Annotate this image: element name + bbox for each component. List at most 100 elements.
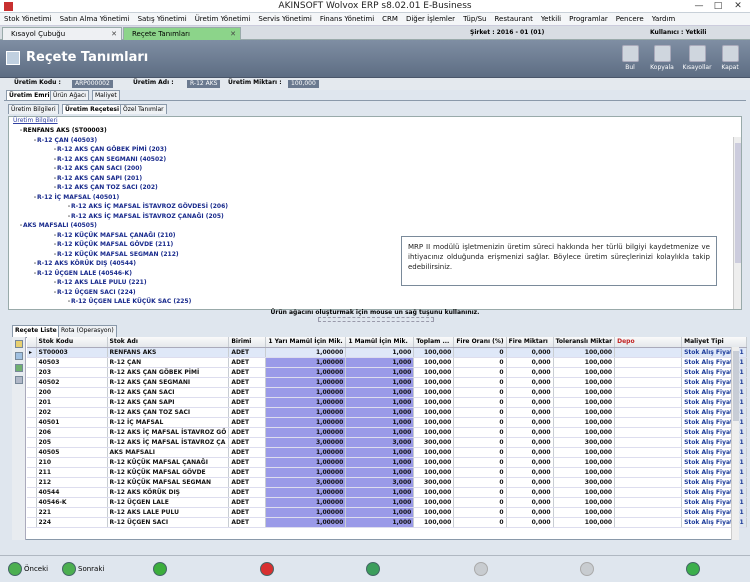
table-cell[interactable]: 100,000 [413, 427, 455, 438]
table-cell[interactable]: 0,000 [506, 407, 554, 418]
table-cell[interactable]: 100,000 [413, 387, 455, 398]
table-cell[interactable]: 1,000 [345, 487, 415, 498]
table-row[interactable]: 211 R-12 KÜÇÜK MAFSAL GÖVDE ADET 1,00000 1,0… [27, 467, 747, 478]
table-cell[interactable]: 1,000 [345, 467, 415, 478]
menu-yetkili[interactable]: Yetkili [537, 13, 565, 26]
table-cell[interactable]: 0,000 [506, 447, 554, 458]
table-cell[interactable]: R-12 AKS ÇAN SAPI [107, 397, 230, 408]
tab-recete-liste[interactable]: Reçete Liste [12, 325, 60, 337]
table-cell[interactable]: 3,00000 [265, 437, 347, 448]
table-cell[interactable]: 0 [453, 477, 507, 488]
table-cell[interactable] [614, 467, 683, 478]
table-cell[interactable]: 1,000 [345, 387, 415, 398]
table-cell[interactable]: 40546-K [36, 497, 108, 508]
table-cell[interactable]: 0,000 [506, 397, 554, 408]
menu-tup-su[interactable]: Tüp/Su [459, 13, 490, 26]
table-cell[interactable]: 0 [453, 437, 507, 448]
column-header[interactable]: 1 Mamül İçin Mik. [345, 337, 415, 348]
tree-node[interactable]: -R-12 AKS LALE PULU (221) [53, 279, 147, 286]
menu-diger[interactable]: Diğer İşlemler [402, 13, 459, 26]
table-cell[interactable]: 1,000 [345, 507, 415, 518]
table-cell[interactable]: 0 [453, 407, 507, 418]
table-cell[interactable]: 100,000 [413, 357, 455, 368]
table-cell[interactable] [614, 397, 683, 408]
table-cell[interactable] [614, 517, 683, 528]
close-icon[interactable]: ✕ [230, 28, 236, 40]
table-cell[interactable]: R-12 KÜÇÜK MAFSAL GÖVDE [107, 467, 230, 478]
tree-node[interactable]: -R-12 ÜÇGEN LALE KÜÇÜK SAC (225) [67, 298, 192, 305]
table-cell[interactable] [614, 387, 683, 398]
table-cell[interactable]: 1,000 [345, 417, 415, 428]
table-cell[interactable]: 0,000 [506, 517, 554, 528]
menu-restaurant[interactable]: Restaurant [491, 13, 537, 26]
previous-button[interactable]: Önceki [8, 559, 48, 579]
table-cell[interactable]: 300,000 [413, 437, 455, 448]
table-row[interactable]: 40505 AKS MAFSALI ADET 1,00000 1,000 100,000 0… [27, 447, 747, 458]
table-cell[interactable]: 100,000 [413, 407, 455, 418]
table-cell[interactable]: 0,000 [506, 427, 554, 438]
table-cell[interactable]: 0 [453, 387, 507, 398]
table-cell[interactable]: ADET [228, 507, 267, 518]
table-cell[interactable]: ADET [228, 377, 267, 388]
close-form-button[interactable]: Kapat [714, 43, 746, 76]
menu-uretim[interactable]: Üretim Yönetimi [191, 13, 255, 26]
table-cell[interactable]: 200 [36, 387, 108, 398]
table-row[interactable]: 210 R-12 KÜÇÜK MAFSAL ÇANAĞI ADET 1,00000 1,… [27, 457, 747, 468]
menu-satis[interactable]: Satış Yönetimi [134, 13, 191, 26]
column-header[interactable]: Depo [614, 337, 683, 348]
table-cell[interactable]: R-12 AKS ÇAN SEGMANI [107, 377, 230, 388]
table-cell[interactable] [614, 457, 683, 468]
table-cell[interactable]: 0 [453, 497, 507, 508]
table-cell[interactable]: AKS MAFSALI [107, 447, 230, 458]
table-cell[interactable]: 1,00000 [265, 397, 347, 408]
table-row[interactable]: 40502 R-12 AKS ÇAN SEGMANI ADET 1,00000 1,00… [27, 377, 747, 388]
table-cell[interactable]: 1,00000 [265, 357, 347, 368]
table-cell[interactable]: 300,000 [413, 477, 455, 488]
table-cell[interactable]: 211 [36, 467, 108, 478]
menu-stok[interactable]: Stok Yönetimi [0, 13, 56, 26]
table-cell[interactable]: 212 [36, 477, 108, 488]
menu-finans[interactable]: Finans Yönetimi [316, 13, 378, 26]
table-cell[interactable]: 0 [453, 457, 507, 468]
table-cell[interactable]: 0 [453, 517, 507, 528]
next-button[interactable]: Sonraki [62, 559, 104, 579]
table-cell[interactable]: 3,000 [345, 477, 415, 488]
table-cell[interactable]: 100,000 [553, 457, 616, 468]
table-cell[interactable]: 100,000 [553, 347, 616, 358]
table-cell[interactable]: 1,00000 [265, 447, 347, 458]
table-cell[interactable]: 100,000 [553, 357, 616, 368]
table-cell[interactable]: 1,000 [345, 367, 415, 378]
add-button[interactable] [153, 559, 169, 579]
table-cell[interactable]: 205 [36, 437, 108, 448]
table-cell[interactable]: 100,000 [413, 497, 455, 508]
table-cell[interactable]: 0 [453, 397, 507, 408]
link-icon[interactable] [15, 352, 23, 360]
table-cell[interactable]: ADET [228, 497, 267, 508]
table-cell[interactable] [614, 357, 683, 368]
table-cell[interactable]: 206 [36, 427, 108, 438]
table-cell[interactable]: 0 [453, 467, 507, 478]
table-cell[interactable]: 100,000 [553, 407, 616, 418]
table-cell[interactable]: 300,000 [553, 477, 616, 488]
table-cell[interactable]: ADET [228, 427, 267, 438]
tree-node[interactable]: -RENFANS AKS (ST00003) [19, 127, 107, 134]
excel-icon[interactable] [15, 364, 23, 372]
table-cell[interactable]: 0 [453, 507, 507, 518]
grid-scrollbar[interactable] [731, 347, 739, 540]
tree-node[interactable]: -R-12 AKS ÇAN GÖBEK PİMİ (203) [53, 146, 167, 153]
table-cell[interactable]: 1,000 [345, 407, 415, 418]
tree-node[interactable]: -R-12 İÇ MAFSAL (40501) [33, 194, 119, 201]
tab-recete[interactable]: Reçete Tanımları ✕ [123, 27, 241, 40]
table-cell[interactable] [614, 347, 683, 358]
table-cell[interactable]: 0,000 [506, 467, 554, 478]
table-cell[interactable]: ADET [228, 367, 267, 378]
tab-maliyet[interactable]: Maliyet [92, 90, 120, 100]
scroll-thumb[interactable] [733, 351, 739, 421]
table-cell[interactable]: 1,000 [345, 457, 415, 468]
table-cell[interactable]: 0,000 [506, 347, 554, 358]
menu-servis[interactable]: Servis Yönetimi [254, 13, 315, 26]
table-cell[interactable]: 100,000 [413, 487, 455, 498]
table-cell[interactable]: 40505 [36, 447, 108, 458]
table-cell[interactable]: ADET [228, 357, 267, 368]
table-cell[interactable]: R-12 AKS LALE PULU [107, 507, 230, 518]
